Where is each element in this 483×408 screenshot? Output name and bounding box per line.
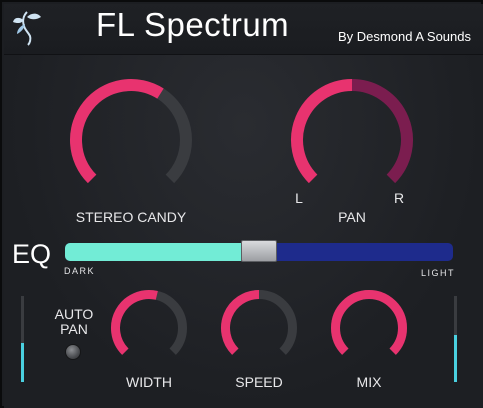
eq-slider-fill [65,243,259,261]
plugin-window: FL Spectrum By Desmond A Sounds STEREO C… [0,0,483,408]
eq-light-label: LIGHT [421,268,456,278]
pan-right-label: R [393,190,405,206]
pan-knob[interactable] [289,77,415,203]
speed-arc [221,290,260,355]
pan-left-arc [291,79,353,184]
speed-label: SPEED [235,374,283,390]
width-label: WIDTH [126,374,172,390]
left-level-meter [21,296,24,382]
width-knob[interactable] [109,288,189,368]
mix-arc [331,290,407,355]
speed-knob[interactable] [219,288,299,368]
fruit-logo-icon [10,8,44,48]
eq-dark-label: DARK [64,266,96,276]
stereo-candy-knob[interactable] [68,77,194,203]
mix-label: MIX [356,374,382,390]
right-level-meter [454,296,457,382]
eq-label: EQ [12,239,52,269]
eq-slider-handle[interactable] [241,240,277,262]
stereo-candy-label: STEREO CANDY [75,209,187,225]
width-arc [111,290,158,355]
auto-pan-label: AUTO PAN [54,306,94,337]
right-level-fill [454,334,457,382]
app-title: FL Spectrum [96,6,290,43]
left-level-fill [21,343,24,382]
pan-right-arc [351,79,413,184]
stereo-candy-arc [70,79,164,184]
pan-left-label: L [295,190,303,206]
author-credit: By Desmond A Sounds [338,29,471,44]
pan-label: PAN [338,209,366,225]
auto-pan-toggle[interactable] [65,344,81,360]
mix-knob[interactable] [329,288,409,368]
header: FL Spectrum By Desmond A Sounds [4,4,483,55]
